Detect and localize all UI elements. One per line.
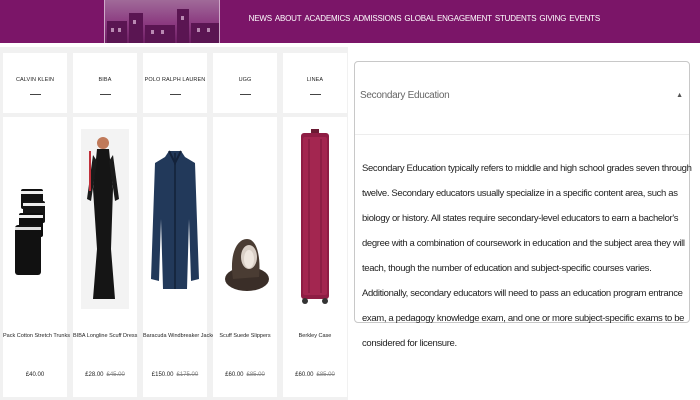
main-nav: NEWS ABOUT ACADEMICS ADMISSIONS GLOBAL E… xyxy=(249,14,601,23)
brand-card[interactable]: POLO RALPH LAUREN xyxy=(143,53,207,113)
campus-banner-image xyxy=(104,0,220,43)
product-price: £28.00 £45.00 xyxy=(73,372,137,378)
product-column: POLO RALPH LAUREN Baracuda Windbreaker J… xyxy=(143,53,217,398)
product-price: £60.00 £85.00 xyxy=(283,372,347,378)
product-name: Pack Cotton Stretch Trunks xyxy=(3,333,70,339)
product-price: £40.00 xyxy=(3,372,67,378)
jacket-image xyxy=(151,150,199,289)
brand-card[interactable]: LINEA xyxy=(283,53,347,113)
product-card[interactable]: Berkley Case £60.00 £85.00 xyxy=(283,117,347,397)
product-column: LINEA Berkley Case £60.00 £85.00 xyxy=(283,53,347,398)
product-price: £60.00 £85.00 xyxy=(213,372,277,378)
slippers-image xyxy=(225,239,269,291)
brand-name: CALVIN KLEIN xyxy=(15,77,55,83)
product-name: Baracuda Windbreaker Jacket xyxy=(143,333,217,339)
product-column: BIBA BIBA Longline Scuff Dress £28.00 £45… xyxy=(73,53,137,398)
brand-name: LINEA xyxy=(306,77,324,83)
product-price: £150.00 £175.00 xyxy=(143,372,207,378)
product-card[interactable]: Scuff Suede Slippers £60.00 £85.00 xyxy=(213,117,277,397)
product-column: CALVIN KLEIN Pack Cotton Stretch Trunks … xyxy=(3,53,70,398)
current-price: £40.00 xyxy=(25,372,45,378)
nav-item-global-engagement[interactable]: GLOBAL ENGAGEMENT xyxy=(404,14,492,23)
nav-item-about[interactable]: ABOUT xyxy=(275,14,302,23)
brand-underline xyxy=(310,94,321,95)
brand-card[interactable]: CALVIN KLEIN xyxy=(3,53,67,113)
chevron-up-icon[interactable]: ▲ xyxy=(676,92,683,99)
product-carousel: CALVIN KLEIN Pack Cotton Stretch Trunks … xyxy=(0,47,348,400)
product-card[interactable]: Pack Cotton Stretch Trunks £40.00 xyxy=(3,117,70,397)
current-price: £150.00 xyxy=(151,372,174,378)
nav-item-news[interactable]: NEWS xyxy=(249,14,272,23)
brand-card[interactable]: UGG xyxy=(213,53,277,113)
brand-name: POLO RALPH LAUREN xyxy=(144,77,206,83)
accordion-title[interactable]: Secondary Education xyxy=(360,90,450,101)
product-card[interactable]: Baracuda Windbreaker Jacket £150.00 £175.… xyxy=(143,117,217,397)
original-price: £85.00 xyxy=(246,372,265,378)
product-column: UGG Scuff Suede Slippers £60.00 £85.00 xyxy=(213,53,277,398)
nav-item-events[interactable]: EVENTS xyxy=(569,14,600,23)
brand-card[interactable]: BIBA xyxy=(73,53,137,113)
original-price: £45.00 xyxy=(106,372,125,378)
accordion-body-text: Secondary Education typically refers to … xyxy=(362,163,692,349)
nav-item-admissions[interactable]: ADMISSIONS xyxy=(353,14,401,23)
nav-item-giving[interactable]: GIVING xyxy=(539,14,566,23)
brand-underline xyxy=(30,94,41,95)
nav-item-academics[interactable]: ACADEMICS xyxy=(304,14,350,23)
brand-name: UGG xyxy=(238,77,252,83)
original-price: £85.00 xyxy=(316,372,335,378)
suitcase-image xyxy=(301,129,329,304)
brand-underline xyxy=(100,94,111,95)
product-name: BIBA Longline Scuff Dress xyxy=(73,333,138,339)
nav-item-students[interactable]: STUDENTS xyxy=(495,14,537,23)
product-name: Scuff Suede Slippers xyxy=(219,333,271,339)
brand-name: BIBA xyxy=(98,77,112,83)
top-navigation-bar: NEWS ABOUT ACADEMICS ADMISSIONS GLOBAL E… xyxy=(0,0,700,43)
product-card[interactable]: BIBA Longline Scuff Dress £28.00 £45.00 xyxy=(73,117,137,397)
brand-underline xyxy=(170,94,181,95)
original-price: £175.00 xyxy=(176,372,199,378)
current-price: £28.00 xyxy=(85,372,104,378)
accordion-divider xyxy=(355,134,689,135)
dress-image xyxy=(81,129,129,309)
trunks-image xyxy=(15,189,45,275)
product-name: Berkley Case xyxy=(298,333,332,339)
current-price: £60.00 xyxy=(295,372,314,378)
brand-underline xyxy=(240,94,251,95)
current-price: £60.00 xyxy=(225,372,244,378)
